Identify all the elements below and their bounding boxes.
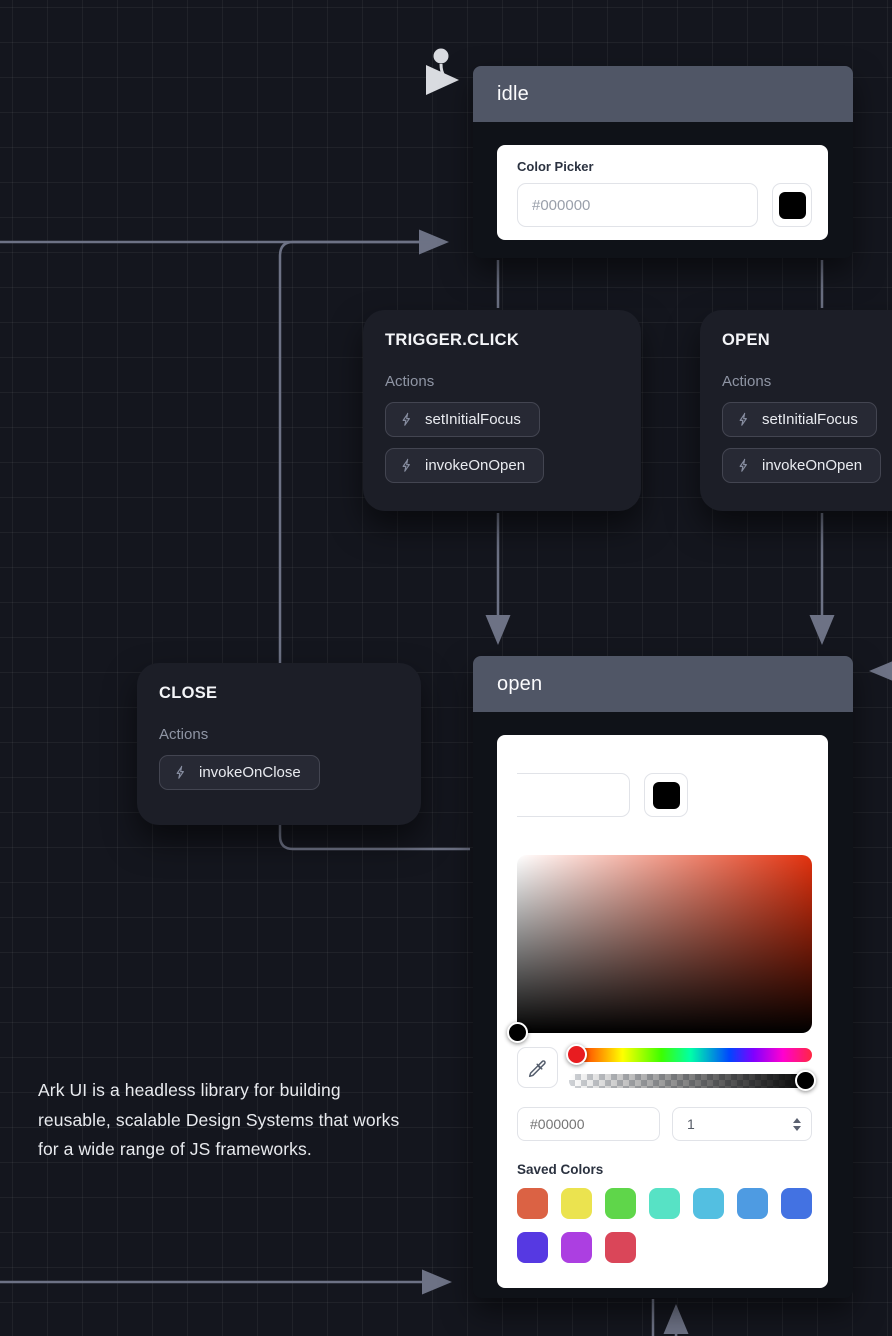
state-title-idle: idle	[497, 83, 529, 106]
saved-color-swatch[interactable]	[649, 1188, 680, 1219]
action-pill-set-initial-focus[interactable]: setInitialFocus	[722, 402, 877, 437]
alpha-slider[interactable]	[569, 1074, 812, 1088]
actions-list: invokeOnClose	[159, 755, 399, 790]
actions-label: Actions	[385, 373, 619, 390]
sliders-row	[517, 1047, 812, 1088]
lightning-icon	[737, 412, 751, 427]
stepper-up-icon[interactable]	[793, 1118, 801, 1123]
event-node-open[interactable]: OPEN Actions setInitialFocus invokeOnOpe…	[700, 310, 892, 511]
slider-tracks	[569, 1048, 812, 1088]
actions-label: Actions	[722, 373, 892, 390]
event-node-trigger-click[interactable]: TRIGGER.CLICK Actions setInitialFocus in…	[363, 310, 641, 511]
saturation-thumb[interactable]	[507, 1022, 528, 1043]
current-color-chip	[653, 782, 680, 809]
lightning-icon	[174, 765, 188, 780]
alpha-value-input[interactable]	[685, 1115, 793, 1133]
saved-color-swatch[interactable]	[517, 1232, 548, 1263]
action-label: setInitialFocus	[762, 411, 858, 428]
saved-color-swatch[interactable]	[561, 1232, 592, 1263]
state-header-idle[interactable]: idle	[473, 66, 853, 122]
saved-color-swatch[interactable]	[737, 1188, 768, 1219]
alpha-value-field[interactable]	[672, 1107, 812, 1141]
saved-color-swatch[interactable]	[693, 1188, 724, 1219]
action-label: invokeOnClose	[199, 764, 301, 781]
hex-value-input[interactable]	[517, 1107, 660, 1141]
hue-thumb[interactable]	[566, 1044, 587, 1065]
current-color-chip	[779, 192, 806, 219]
hue-slider[interactable]	[569, 1048, 812, 1062]
color-swatch-trigger-button[interactable]	[644, 773, 688, 817]
color-picker-preview-row	[517, 183, 812, 227]
hex-color-input[interactable]	[517, 183, 758, 227]
state-node-idle[interactable]: idle Color Picker	[473, 66, 853, 258]
lightning-icon	[737, 458, 751, 473]
alpha-stepper[interactable]	[793, 1118, 801, 1131]
stepper-down-icon[interactable]	[793, 1126, 801, 1131]
lightning-icon	[400, 458, 414, 473]
action-pill-invoke-on-open[interactable]: invokeOnOpen	[385, 448, 544, 483]
event-title-close: CLOSE	[159, 684, 399, 703]
state-node-open[interactable]: open	[473, 656, 853, 1298]
eyedropper-icon	[528, 1058, 548, 1078]
saved-color-swatch[interactable]	[605, 1188, 636, 1219]
initial-state-indicator	[434, 49, 454, 81]
event-node-close[interactable]: CLOSE Actions invokeOnClose	[137, 663, 421, 825]
saved-color-swatch[interactable]	[781, 1188, 812, 1219]
color-picker-preview-card: Color Picker	[497, 145, 828, 240]
saved-color-swatch[interactable]	[605, 1232, 636, 1263]
state-body-idle: Color Picker	[473, 122, 853, 240]
saturation-brightness-area[interactable]	[517, 855, 812, 1033]
action-pill-set-initial-focus[interactable]: setInitialFocus	[385, 402, 540, 437]
actions-list: setInitialFocus invokeOnOpen	[722, 402, 892, 483]
color-picker-open-card: Saved Colors	[497, 735, 828, 1288]
ark-ui-tagline: Ark UI is a headless library for buildin…	[38, 1076, 410, 1165]
statechart-canvas[interactable]: idle Color Picker TRIGGER.CLICK Actions …	[0, 0, 892, 1336]
state-title-open: open	[497, 673, 542, 696]
color-swatch-trigger-button[interactable]	[772, 183, 812, 227]
state-header-open[interactable]: open	[473, 656, 853, 712]
state-body-open: Saved Colors	[473, 712, 853, 1288]
action-label: invokeOnOpen	[425, 457, 525, 474]
event-title-open: OPEN	[722, 331, 892, 350]
color-picker-label: Color Picker	[517, 159, 812, 174]
eyedropper-button[interactable]	[517, 1047, 558, 1088]
action-label: invokeOnOpen	[762, 457, 862, 474]
event-title-trigger-click: TRIGGER.CLICK	[385, 331, 619, 350]
color-picker-preview-clipped	[517, 749, 812, 817]
action-pill-invoke-on-close[interactable]: invokeOnClose	[159, 755, 320, 790]
value-inputs-row	[517, 1107, 812, 1141]
actions-list: setInitialFocus invokeOnOpen	[385, 402, 619, 483]
saved-colors-label: Saved Colors	[517, 1162, 812, 1177]
hex-color-input[interactable]	[517, 773, 630, 817]
alpha-thumb[interactable]	[795, 1070, 816, 1091]
action-pill-invoke-on-open[interactable]: invokeOnOpen	[722, 448, 881, 483]
saved-colors-grid	[517, 1188, 812, 1263]
saved-color-swatch[interactable]	[561, 1188, 592, 1219]
action-label: setInitialFocus	[425, 411, 521, 428]
actions-label: Actions	[159, 726, 399, 743]
saved-color-swatch[interactable]	[517, 1188, 548, 1219]
lightning-icon	[400, 412, 414, 427]
